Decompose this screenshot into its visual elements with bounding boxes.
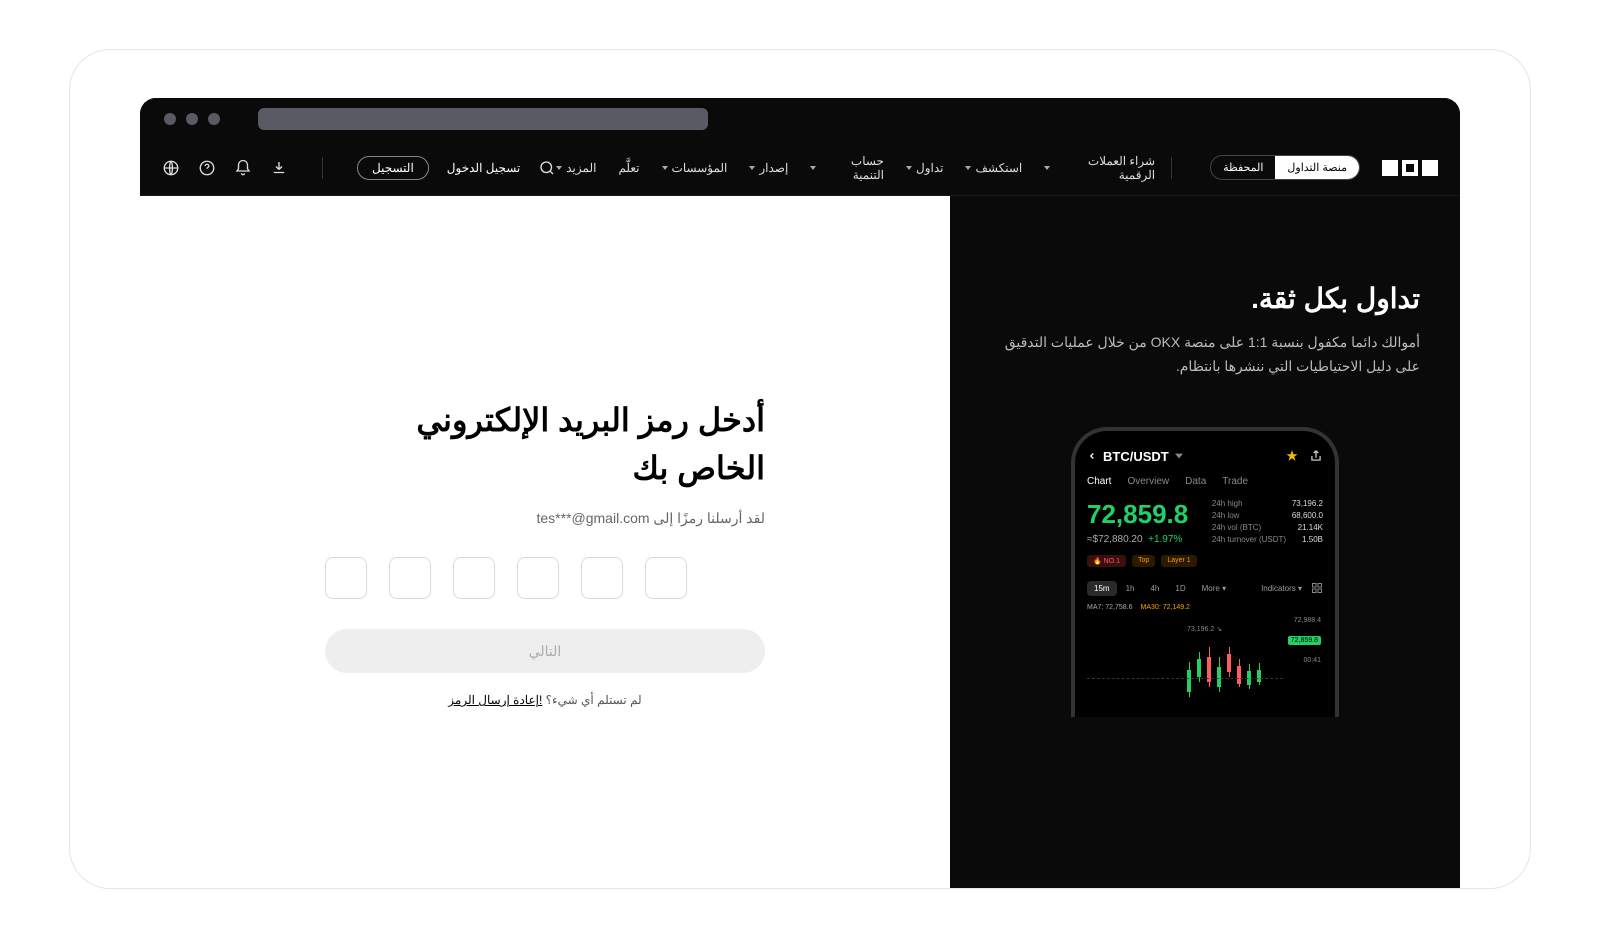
- toggle-wallet[interactable]: المحفظة: [1211, 156, 1275, 179]
- timeframe-row: 15m 1h 4h 1D More ▾ Indicators ▾: [1087, 581, 1323, 596]
- tab-data[interactable]: Data: [1185, 476, 1206, 487]
- url-bar[interactable]: [258, 108, 708, 130]
- tf-15m[interactable]: 15m: [1087, 581, 1117, 596]
- content: تداول بكل ثقة. أموالك دائما مكفول بنسبة …: [140, 196, 1460, 888]
- okx-logo[interactable]: [1382, 160, 1438, 176]
- star-icon[interactable]: [1285, 449, 1299, 463]
- tf-4h[interactable]: 4h: [1143, 581, 1166, 596]
- tag-layer1: Layer 1: [1161, 555, 1196, 567]
- tab-trade[interactable]: Trade: [1222, 476, 1248, 487]
- resend-row: لم تستلم أي شيء؟ !إعادة إرسال الرمز: [325, 693, 765, 707]
- globe-icon[interactable]: [162, 159, 180, 177]
- promo-panel: تداول بكل ثقة. أموالك دائما مكفول بنسبة …: [950, 196, 1460, 888]
- search-icon[interactable]: [538, 159, 556, 177]
- chevron-down-icon: [965, 166, 971, 170]
- form-subtitle: لقد أرسلنا رمزًا إلى tes***@gmail.com: [325, 510, 765, 527]
- ma-indicators: MA7: 72,758.6MA30: 72,149.2: [1087, 604, 1323, 611]
- traffic-max-icon[interactable]: [208, 113, 220, 125]
- nav-more[interactable]: المزيد: [556, 161, 596, 175]
- traffic-min-icon[interactable]: [186, 113, 198, 125]
- tf-1h[interactable]: 1h: [1119, 581, 1142, 596]
- chevron-down-icon: [556, 166, 562, 170]
- settings-icon[interactable]: [1311, 582, 1323, 594]
- chevron-down-icon: [906, 166, 912, 170]
- trading-pair[interactable]: BTC/USDT: [1087, 449, 1183, 464]
- code-input-row: [325, 557, 765, 599]
- code-digit-5[interactable]: [581, 557, 623, 599]
- phone-mockup: BTC/USDT Chart Overview Data Trade: [1071, 427, 1339, 717]
- promo-title: تداول بكل ثقة.: [1251, 282, 1420, 315]
- indicators-button[interactable]: Indicators ▾: [1254, 581, 1309, 596]
- chevron-down-icon: [810, 166, 816, 170]
- tag-no1: 🔥 NO.1: [1087, 555, 1126, 567]
- download-icon[interactable]: [270, 159, 288, 177]
- phone-tabs: Chart Overview Data Trade: [1087, 476, 1323, 487]
- device-frame: منصة التداول المحفظة شراء العملات الرقمي…: [70, 50, 1530, 888]
- bell-icon[interactable]: [234, 159, 252, 177]
- code-digit-1[interactable]: [325, 557, 367, 599]
- nav-discover[interactable]: استكشف: [965, 161, 1022, 175]
- browser-window: منصة التداول المحفظة شراء العملات الرقمي…: [140, 98, 1460, 888]
- nav-separator: [322, 157, 323, 179]
- code-digit-2[interactable]: [389, 557, 431, 599]
- price-stats: 24h high73,196.2 24h low68,600.0 24h vol…: [1212, 499, 1323, 547]
- form-title: أدخل رمز البريد الإلكتروني الخاص بك: [325, 396, 765, 492]
- product-toggle: منصة التداول المحفظة: [1210, 155, 1360, 180]
- nav-buy-crypto[interactable]: شراء العملات الرقمية: [1044, 154, 1155, 182]
- promo-description: أموالك دائما مكفول بنسبة 1:1 على منصة OK…: [990, 331, 1420, 379]
- candlestick-chart[interactable]: 73,196.2 ↘ 72,988.4 72,859.8 00:41: [1087, 617, 1323, 717]
- share-icon[interactable]: [1309, 449, 1323, 463]
- next-button[interactable]: التالي: [325, 629, 765, 673]
- signup-button[interactable]: التسجيل: [357, 156, 429, 180]
- toggle-exchange[interactable]: منصة التداول: [1275, 156, 1359, 179]
- nav-icons: التسجيل تسجيل الدخول: [162, 156, 556, 180]
- tab-overview[interactable]: Overview: [1127, 476, 1169, 487]
- chevron-down-icon: [1175, 452, 1183, 460]
- nav-grow[interactable]: حساب التنمية: [810, 154, 884, 182]
- chart-y-axis: 72,988.4 72,859.8 00:41: [1288, 617, 1321, 676]
- code-digit-3[interactable]: [453, 557, 495, 599]
- nav-build[interactable]: إصدار: [749, 161, 788, 175]
- nav-learn[interactable]: تعلَّم: [618, 161, 639, 175]
- nav-trade[interactable]: تداول: [906, 161, 944, 175]
- tf-more[interactable]: More ▾: [1195, 581, 1233, 596]
- tab-chart[interactable]: Chart: [1087, 476, 1111, 487]
- verification-panel: أدخل رمز البريد الإلكتروني الخاص بك لقد …: [140, 196, 950, 888]
- chevron-down-icon: [662, 166, 668, 170]
- tf-1d[interactable]: 1D: [1168, 581, 1192, 596]
- chevron-left-icon: [1087, 451, 1097, 461]
- nav-institutions[interactable]: المؤسسات: [662, 161, 728, 175]
- code-digit-4[interactable]: [517, 557, 559, 599]
- nav-bar: منصة التداول المحفظة شراء العملات الرقمي…: [140, 140, 1460, 196]
- chevron-down-icon: [749, 166, 755, 170]
- price-change: ≈$72,880.20 +1.97%: [1087, 534, 1188, 545]
- high-label: 73,196.2 ↘: [1187, 625, 1222, 633]
- nav-separator: [1171, 157, 1172, 179]
- traffic-close-icon[interactable]: [164, 113, 176, 125]
- code-digit-6[interactable]: [645, 557, 687, 599]
- current-price: 72,859.8: [1087, 499, 1188, 530]
- asset-tags: 🔥 NO.1 Top Layer 1: [1087, 555, 1323, 567]
- nav-menu: شراء العملات الرقمية استكشف تداول حساب ا…: [556, 154, 1155, 182]
- help-icon[interactable]: [198, 159, 216, 177]
- tag-top: Top: [1132, 555, 1155, 567]
- browser-chrome: [140, 98, 1460, 140]
- resend-link[interactable]: !إعادة إرسال الرمز: [448, 693, 542, 707]
- login-link[interactable]: تسجيل الدخول: [447, 161, 520, 175]
- chevron-down-icon: [1044, 166, 1050, 170]
